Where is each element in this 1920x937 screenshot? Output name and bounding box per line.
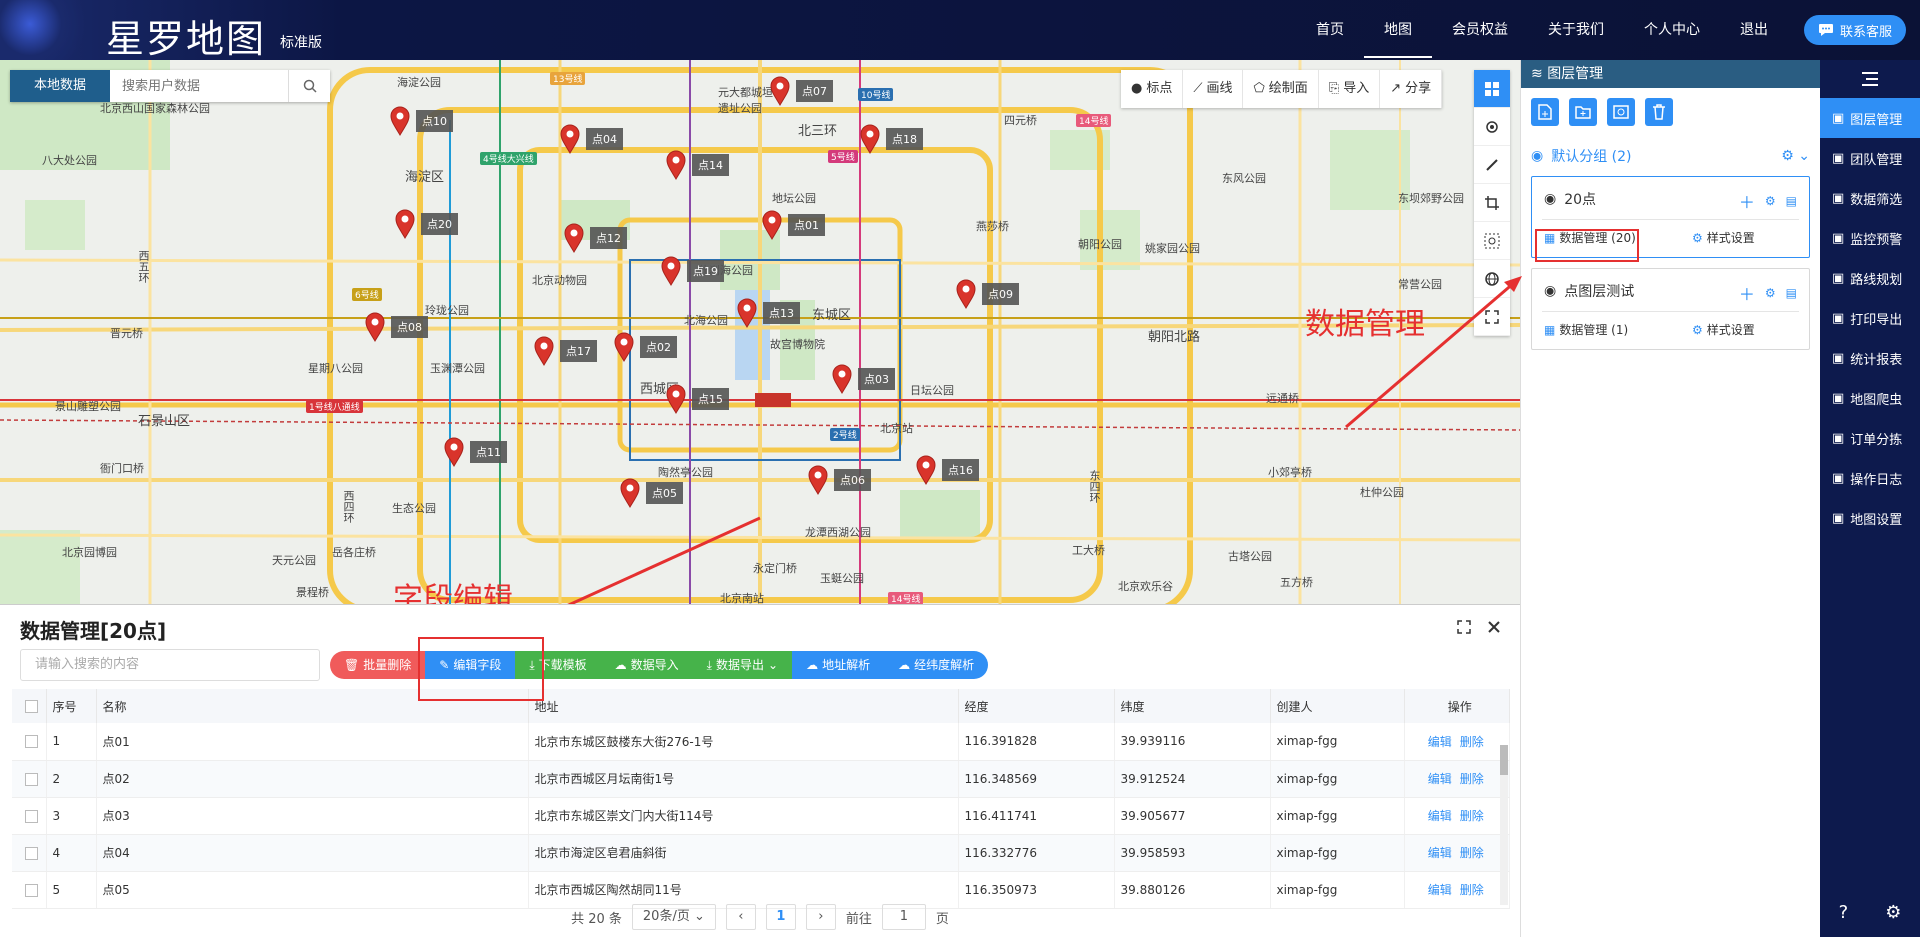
coord-parse-label: 经纬度解析 (914, 658, 975, 672)
table-cell: ximap-fgg (1270, 723, 1405, 761)
table-cell: 点01 (96, 723, 529, 761)
page-size-label: 20条/页 (642, 909, 690, 924)
address-parse-button[interactable]: ☁ 地址解析 (792, 651, 885, 679)
page-size-select[interactable]: 20条/页 ⌄ (631, 904, 716, 930)
table-cell: 116.350973 (958, 871, 1115, 909)
delete-link[interactable]: 删除 (1460, 735, 1484, 749)
table-cell: 39.905677 (1114, 797, 1271, 835)
table-cell: 点05 (96, 871, 529, 909)
row-checkbox[interactable] (25, 809, 39, 823)
table-cell: ximap-fgg (1270, 871, 1405, 909)
table-cell: 2 (46, 760, 97, 798)
goto-prefix: 前往 (845, 911, 872, 927)
edit-link[interactable]: 编辑 (1428, 846, 1452, 860)
cloud-upload-icon: ☁ (614, 658, 627, 672)
row-checkbox[interactable] (25, 735, 39, 749)
table-cell: ximap-fgg (1270, 797, 1405, 835)
col-header[interactable]: 经度 (958, 689, 1115, 723)
batch-delete-button[interactable]: 🗑 批量删除 (330, 651, 426, 679)
goto-page-input[interactable]: 1 (881, 904, 926, 930)
total-count: 共 20 条 (571, 911, 622, 927)
trash-icon: 🗑 (344, 658, 360, 672)
table-cell: 1 (46, 723, 97, 761)
delete-link[interactable]: 删除 (1460, 883, 1484, 897)
table-cell: 北京市东城区鼓楼东大街276-1号 (528, 723, 959, 761)
edit-link[interactable]: 编辑 (1428, 883, 1452, 897)
data-import-label: 数据导入 (630, 658, 679, 672)
table-cell: ximap-fgg (1270, 834, 1405, 872)
table-scrollbar[interactable] (1500, 745, 1508, 905)
current-page[interactable]: 1 (765, 904, 796, 930)
col-header[interactable]: 地址 (528, 689, 959, 723)
data-management-panel: 数据管理[20点] 请输入搜索的内容 🗑 批量删除 ✎ 编辑字段 ⤓ 下载模板 ☁ 数据… (0, 604, 1520, 937)
table-cell: 点03 (96, 797, 529, 835)
coord-parse-button[interactable]: ☁ 经纬度解析 (884, 651, 989, 679)
delete-link[interactable]: 删除 (1460, 846, 1484, 860)
col-header[interactable]: 纬度 (1114, 689, 1271, 723)
table-cell: 39.880126 (1114, 871, 1271, 909)
delete-link[interactable]: 删除 (1460, 772, 1484, 786)
table-cell: 北京市西城区陶然胡同11号 (528, 871, 959, 909)
select-all-checkbox[interactable] (25, 700, 39, 713)
table-cell: 点04 (96, 834, 529, 872)
col-header: 操作 (1404, 689, 1510, 723)
download-icon: ⤓ (706, 658, 712, 672)
table-cell: 北京市东城区崇文门内大街114号 (528, 797, 959, 835)
download-template-label: 下载模板 (538, 658, 587, 672)
goto-suffix: 页 (935, 911, 949, 927)
table-row[interactable]: 3 点03 北京市东城区崇文门内大街114号 116.411741 39.905677 x… (12, 797, 1510, 835)
maximize-icon[interactable] (1456, 619, 1472, 635)
pagination: 共 20 条 20条/页 ⌄ ‹ 1 › 前往 1 页 (0, 904, 1520, 930)
table-row[interactable]: 4 点04 北京市海淀区皂君庙斜街 116.332776 39.958593 ximap-… (12, 834, 1510, 872)
table-cell: ximap-fgg (1270, 760, 1405, 798)
col-header[interactable]: 序号 (46, 689, 97, 723)
table-row[interactable]: 2 点02 北京市西城区月坛南街1号 116.348569 39.912524 ximap… (12, 760, 1510, 798)
panel-title: 数据管理[20点] (20, 619, 167, 643)
col-header[interactable]: 创建人 (1270, 689, 1405, 723)
row-checkbox[interactable] (25, 883, 39, 897)
data-export-label: 数据导出 (715, 658, 764, 672)
table-cell: 3 (46, 797, 97, 835)
table-cell: 116.332776 (958, 834, 1115, 872)
data-search-input[interactable]: 请输入搜索的内容 (20, 649, 320, 681)
data-export-button[interactable]: ⤓ 数据导出 ⌄ (692, 651, 793, 679)
table-row[interactable]: 5 点05 北京市西城区陶然胡同11号 116.350973 39.880126 xima… (12, 871, 1510, 909)
cloud-icon: ☁ (898, 658, 911, 672)
prev-page-button[interactable]: ‹ (725, 904, 756, 930)
data-import-button[interactable]: ☁ 数据导入 (600, 651, 693, 679)
edit-link[interactable]: 编辑 (1428, 772, 1452, 786)
batch-delete-label: 批量删除 (363, 658, 412, 672)
table-cell: 39.912524 (1114, 760, 1271, 798)
table-cell: 39.958593 (1114, 834, 1271, 872)
delete-link[interactable]: 删除 (1460, 809, 1484, 823)
table-cell: 5 (46, 871, 97, 909)
table-cell: 39.939116 (1114, 723, 1271, 761)
table-cell: 北京市海淀区皂君庙斜街 (528, 834, 959, 872)
table-row[interactable]: 1 点01 北京市东城区鼓楼东大街276-1号 116.391828 39.939116… (12, 723, 1510, 761)
table-cell: 116.348569 (958, 760, 1115, 798)
table-cell: 116.411741 (958, 797, 1115, 835)
chevron-down-icon: ⌄ (768, 658, 779, 672)
table-cell: 4 (46, 834, 97, 872)
cloud-icon: ☁ (806, 658, 819, 672)
address-parse-label: 地址解析 (822, 658, 871, 672)
next-page-button[interactable]: › (805, 904, 836, 930)
data-table: 序号 名称 地址 经度 纬度 创建人 操作 1 点01 北京市东城区鼓楼东大街276… (12, 689, 1510, 909)
table-cell: 点02 (96, 760, 529, 798)
close-icon[interactable] (1486, 619, 1502, 635)
table-cell: 北京市西城区月坛南街1号 (528, 760, 959, 798)
row-checkbox[interactable] (25, 772, 39, 786)
edit-link[interactable]: 编辑 (1428, 809, 1452, 823)
highlight-box-edit-fields (418, 637, 544, 701)
row-checkbox[interactable] (25, 846, 39, 860)
edit-link[interactable]: 编辑 (1428, 735, 1452, 749)
table-cell: 116.391828 (958, 723, 1115, 761)
